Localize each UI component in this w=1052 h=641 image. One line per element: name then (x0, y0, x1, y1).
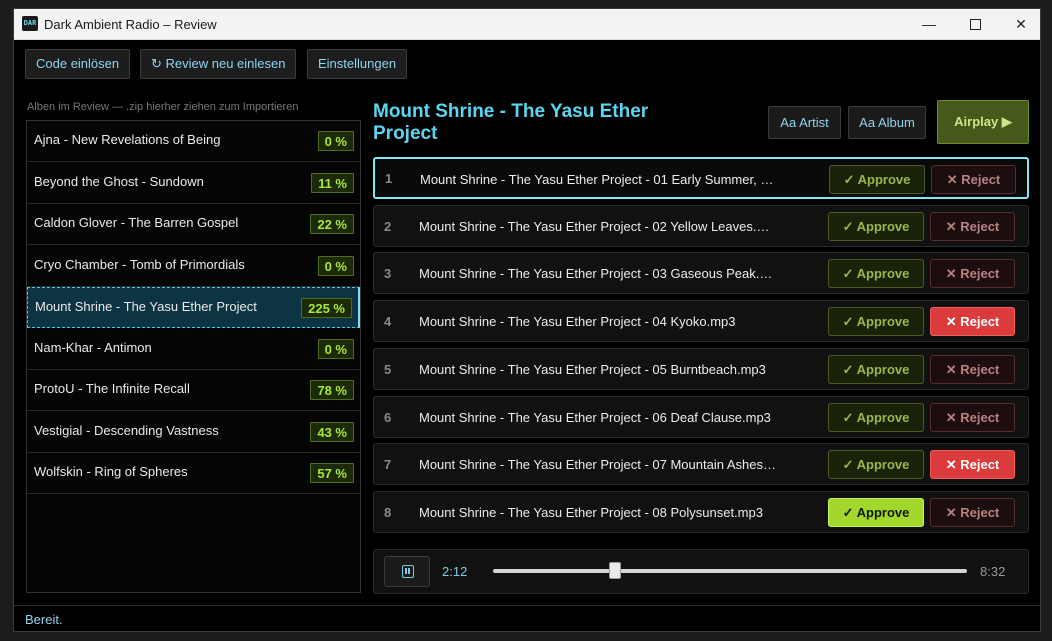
minimize-button[interactable]: — (906, 9, 952, 39)
track-number: 8 (384, 504, 392, 520)
reject-button[interactable]: ✕ Reject (930, 211, 1015, 241)
album-name: ProtoU - The Infinite Recall (34, 381, 190, 396)
reject-button[interactable]: ✕ Reject (930, 450, 1015, 480)
redeem-code-button[interactable]: Code einlösen (25, 49, 131, 79)
album-name: Caldon Glover - The Barren Gospel (34, 215, 239, 230)
pause-icon (402, 565, 414, 578)
track-number: 2 (384, 218, 392, 234)
reject-button[interactable]: ✕ Reject (930, 497, 1015, 527)
album-name: Ajna - New Revelations of Being (34, 132, 221, 147)
status-bar: Bereit. (14, 605, 1040, 631)
maximize-button[interactable] (952, 9, 998, 39)
track-number: 7 (384, 457, 392, 473)
track-title: Mount Shrine - The Yasu Ether Project - … (419, 218, 776, 234)
album-list-item[interactable]: Mount Shrine - The Yasu Ether Project 225… (27, 287, 360, 328)
reject-button[interactable]: ✕ Reject (931, 165, 1016, 194)
reject-button[interactable]: ✕ Reject (930, 354, 1015, 384)
track-row[interactable]: 7 Mount Shrine - The Yasu Ether Project -… (373, 443, 1029, 486)
settings-button[interactable]: Einstellungen (307, 49, 408, 79)
reject-button[interactable]: ✕ Reject (930, 307, 1015, 337)
album-list-item[interactable]: Caldon Glover - The Barren Gospel 22 % (27, 204, 360, 245)
track-row[interactable]: 4 Mount Shrine - The Yasu Ether Project -… (373, 300, 1029, 343)
close-button[interactable]: ✕ (998, 9, 1040, 39)
track-title: Mount Shrine - The Yasu Ether Project - … (419, 457, 776, 473)
reject-button[interactable]: ✕ Reject (930, 402, 1015, 432)
album-name: Beyond the Ghost - Sundown (34, 173, 204, 189)
album-name: Cryo Chamber - Tomb of Primordials (34, 256, 245, 272)
album-progress-badge: 0 % (317, 338, 354, 359)
album-progress-badge: 57 % (310, 463, 354, 483)
approve-button[interactable]: ✓ Approve (828, 450, 924, 480)
app-window: DAR Dark Ambient Radio – Review — ✕ Code… (13, 8, 1041, 632)
album-list-item[interactable]: Vestigial - Descending Vastness 43 % (27, 412, 360, 453)
album-list-item[interactable]: Wolfskin - Ring of Spheres 57 % (27, 453, 360, 494)
approve-button[interactable]: ✓ Approve (828, 354, 924, 384)
album-progress-badge: 0 % (317, 131, 354, 151)
window-title: Dark Ambient Radio – Review (44, 17, 217, 32)
album-progress-badge: 11 % (311, 172, 354, 193)
approve-button[interactable]: ✓ Approve (828, 259, 924, 289)
app-icon: DAR (22, 16, 38, 31)
album-progress-badge: 225 % (301, 298, 352, 318)
album-name: Vestigial - Descending Vastness (34, 422, 219, 438)
approve-button[interactable]: ✓ Approve (828, 402, 924, 432)
artist-case-button[interactable]: Aa Artist (768, 106, 841, 139)
album-progress-badge: 0 % (317, 255, 354, 276)
seek-thumb[interactable] (609, 562, 622, 579)
audio-player: 2:12 8:32 (373, 549, 1029, 594)
album-name: Mount Shrine - The Yasu Ether Project (35, 299, 257, 314)
album-list-item[interactable]: Nam-Khar - Antimon 0 % (27, 329, 360, 370)
album-list[interactable]: Ajna - New Revelations of Being 0 % Beyond… (26, 120, 361, 593)
track-row[interactable]: 5 Mount Shrine - The Yasu Ether Project -… (373, 347, 1029, 390)
album-name: Nam-Khar - Antimon (34, 339, 152, 355)
airplay-button[interactable]: Airplay ▶ (937, 100, 1029, 144)
approve-button[interactable]: ✓ Approve (828, 211, 924, 241)
approve-button[interactable]: ✓ Approve (828, 497, 924, 527)
track-title: Mount Shrine - The Yasu Ether Project - … (419, 266, 776, 282)
status-text: Bereit. (25, 612, 63, 627)
track-row[interactable]: 1 Mount Shrine - The Yasu Ether Project -… (373, 157, 1029, 199)
track-title: Mount Shrine - The Yasu Ether Project - … (419, 409, 771, 425)
album-list-hint: Alben im Review — .zip hierher ziehen zu… (27, 101, 299, 113)
track-number: 3 (384, 266, 392, 282)
album-progress-badge: 43 % (310, 421, 354, 442)
current-time: 2:12 (442, 564, 468, 579)
track-number: 6 (384, 409, 392, 425)
track-row[interactable]: 3 Mount Shrine - The Yasu Ether Project -… (373, 252, 1029, 295)
total-time: 8:32 (980, 564, 1006, 579)
album-list-item[interactable]: ProtoU - The Infinite Recall 78 % (27, 370, 360, 411)
track-number: 1 (385, 171, 393, 186)
album-name: Wolfskin - Ring of Spheres (34, 464, 188, 479)
album-list-item[interactable]: Beyond the Ghost - Sundown 11 % (27, 163, 360, 204)
track-title: Mount Shrine - The Yasu Ether Project - … (420, 172, 777, 187)
album-title: Mount Shrine - The Yasu Ether Project (373, 101, 649, 144)
track-row[interactable]: 6 Mount Shrine - The Yasu Ether Project -… (373, 395, 1029, 438)
album-progress-badge: 22 % (310, 214, 354, 234)
track-title: Mount Shrine - The Yasu Ether Project - … (419, 361, 766, 377)
track-row[interactable]: 2 Mount Shrine - The Yasu Ether Project -… (373, 204, 1029, 247)
album-case-button[interactable]: Aa Album (848, 106, 926, 139)
maximize-icon (969, 18, 981, 30)
seek-slider[interactable] (493, 562, 967, 579)
album-list-item[interactable]: Ajna - New Revelations of Being 0 % (27, 121, 360, 162)
title-bar: DAR Dark Ambient Radio – Review — ✕ (14, 9, 1040, 40)
pause-button[interactable] (384, 556, 430, 587)
track-number: 5 (384, 361, 392, 377)
track-title: Mount Shrine - The Yasu Ether Project - … (419, 314, 736, 330)
track-row[interactable]: 8 Mount Shrine - The Yasu Ether Project -… (373, 490, 1029, 533)
approve-button[interactable]: ✓ Approve (828, 307, 924, 337)
reload-review-button[interactable]: ↻ Review neu einlesen (140, 49, 297, 79)
track-number: 4 (384, 314, 392, 330)
album-progress-badge: 78 % (310, 380, 354, 400)
album-list-item[interactable]: Cryo Chamber - Tomb of Primordials 0 % (27, 246, 360, 287)
reject-button[interactable]: ✕ Reject (930, 259, 1015, 289)
track-title: Mount Shrine - The Yasu Ether Project - … (419, 504, 763, 520)
approve-button[interactable]: ✓ Approve (829, 165, 925, 194)
